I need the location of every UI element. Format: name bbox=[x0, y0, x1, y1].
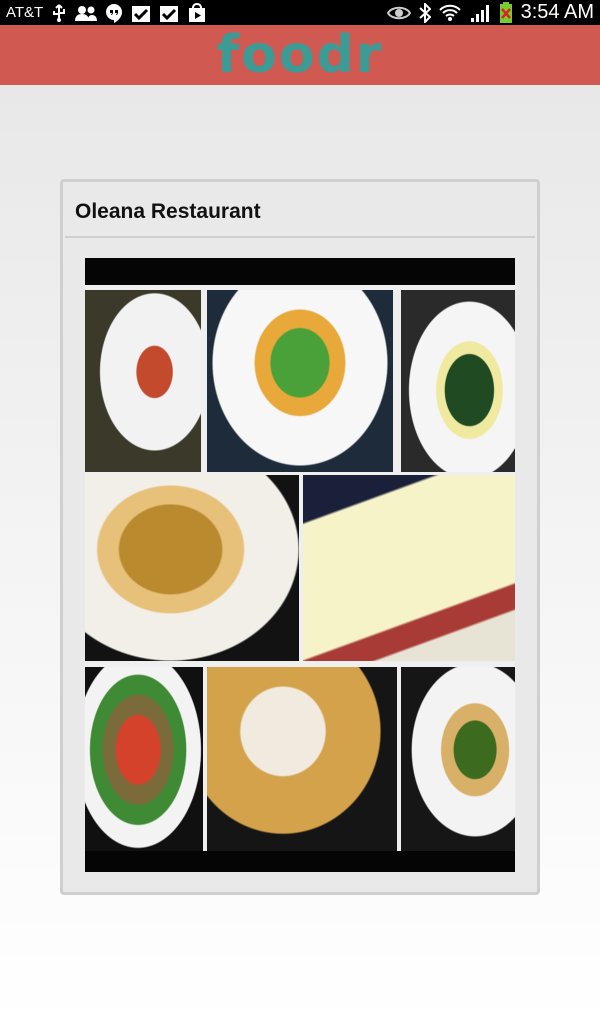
food-photo-tile bbox=[401, 290, 515, 472]
restaurant-photo[interactable] bbox=[85, 258, 515, 872]
hangouts-icon bbox=[105, 3, 123, 23]
food-photo-tile bbox=[401, 667, 515, 851]
status-bar-right: 3:54 AM bbox=[386, 0, 594, 25]
food-photo-tile bbox=[207, 667, 397, 851]
carrier-label: AT&T bbox=[6, 4, 44, 21]
restaurant-card[interactable]: Oleana Restaurant bbox=[60, 179, 540, 895]
status-bar-left: AT&T bbox=[6, 0, 207, 25]
eye-icon bbox=[386, 5, 411, 21]
food-photo-tile bbox=[85, 667, 203, 851]
checkbox-icon bbox=[131, 3, 151, 23]
wifi-icon bbox=[438, 3, 461, 23]
bluetooth-icon bbox=[418, 2, 431, 23]
checkbox-icon bbox=[159, 3, 179, 23]
status-bar: AT&T 3:54 AM bbox=[0, 0, 600, 25]
usb-icon bbox=[51, 3, 67, 22]
food-photo-tile bbox=[85, 290, 201, 472]
battery-icon bbox=[499, 1, 513, 24]
app-bar: foodr bbox=[0, 25, 600, 85]
play-store-icon bbox=[187, 2, 207, 23]
people-icon bbox=[75, 5, 98, 21]
food-photo-tile bbox=[85, 475, 299, 661]
food-photo-tile bbox=[207, 290, 393, 472]
app-logo[interactable]: foodr bbox=[217, 25, 384, 85]
signal-icon bbox=[469, 3, 491, 23]
food-collage bbox=[85, 285, 515, 851]
clock-time: 3:54 AM bbox=[520, 1, 594, 23]
restaurant-name: Oleana Restaurant bbox=[75, 200, 261, 223]
card-divider bbox=[65, 236, 535, 238]
food-photo-tile bbox=[303, 475, 515, 661]
